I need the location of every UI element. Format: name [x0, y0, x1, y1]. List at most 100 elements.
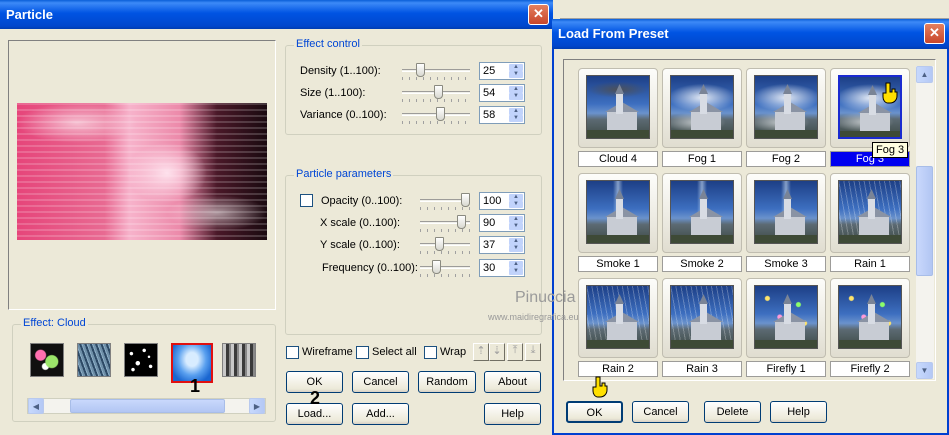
- preset-close-button[interactable]: ✕: [924, 23, 945, 44]
- preset-thumbnail: [838, 285, 902, 349]
- effect-control-slider[interactable]: [402, 106, 470, 126]
- random-button[interactable]: Random: [418, 371, 476, 393]
- spin-down-icon[interactable]: ▼: [509, 245, 523, 252]
- spin-down-icon[interactable]: ▼: [509, 115, 523, 122]
- church-icon: [755, 84, 817, 138]
- church-icon: [671, 294, 733, 348]
- slider-thumb[interactable]: [434, 85, 443, 99]
- preset-item[interactable]: Firefly 1: [746, 278, 826, 378]
- move-bottom-button[interactable]: ⤓: [525, 343, 541, 361]
- scroll-thumb[interactable]: [70, 399, 225, 413]
- effect-control-slider[interactable]: [402, 62, 470, 82]
- particle-parameter-spinbox[interactable]: 90 ▲ ▼: [479, 214, 525, 232]
- spin-up-icon[interactable]: ▲: [509, 86, 523, 93]
- scroll-left-icon[interactable]: ◀: [28, 398, 44, 414]
- spin-down-icon[interactable]: ▼: [509, 268, 523, 275]
- preset-thumbnail: [754, 75, 818, 139]
- preset-name: Smoke 3: [746, 256, 826, 272]
- slider-thumb[interactable]: [416, 63, 425, 77]
- particle-parameter-spinbox[interactable]: 37 ▲ ▼: [479, 236, 525, 254]
- move-top-button[interactable]: ⤒: [507, 343, 523, 361]
- spin-up-icon[interactable]: ▲: [509, 238, 523, 245]
- preset-tooltip: Fog 3: [872, 142, 909, 158]
- spin-up-icon[interactable]: ▲: [509, 194, 523, 201]
- effect-thumb-bubbles[interactable]: [30, 343, 64, 377]
- spin-down-icon[interactable]: ▼: [509, 93, 523, 100]
- slider-thumb[interactable]: [436, 107, 445, 121]
- slider-thumb[interactable]: [432, 260, 441, 274]
- spin-up-icon[interactable]: ▲: [509, 64, 523, 71]
- effect-control-label: Variance (0..100):: [300, 109, 387, 121]
- move-down-button[interactable]: ⇣: [489, 343, 505, 361]
- move-up-button[interactable]: ⇡: [473, 343, 489, 361]
- particle-parameter-spinbox[interactable]: 100 ▲ ▼: [479, 192, 525, 210]
- preset-ok-button[interactable]: OK: [566, 401, 623, 423]
- slider-thumb[interactable]: [457, 215, 466, 229]
- preset-thumbnail: [670, 180, 734, 244]
- preset-scrollbar[interactable]: ▲ ▼: [916, 66, 934, 379]
- preset-item[interactable]: Rain 3: [662, 278, 742, 378]
- church-icon: [587, 84, 649, 138]
- preset-delete-button[interactable]: Delete: [704, 401, 761, 423]
- particle-parameter-slider[interactable]: [420, 192, 470, 212]
- help-button[interactable]: Help: [484, 403, 541, 425]
- step-marker-one: 1: [190, 376, 201, 396]
- wrap-checkbox[interactable]: [424, 346, 437, 359]
- scroll-up-icon[interactable]: ▲: [916, 66, 933, 83]
- preset-thumbnail: [670, 75, 734, 139]
- preset-item[interactable]: Smoke 3: [746, 173, 826, 273]
- spin-up-icon[interactable]: ▲: [509, 261, 523, 268]
- effect-control-spinbox[interactable]: 25 ▲ ▼: [479, 62, 525, 80]
- preset-scroll-thumb[interactable]: [916, 166, 933, 276]
- pointer-hand-icon: [592, 376, 608, 398]
- scroll-right-icon[interactable]: ▶: [249, 398, 265, 414]
- preset-name: Firefly 2: [830, 361, 910, 377]
- preset-thumbnail: [838, 180, 902, 244]
- effect-scrollbar[interactable]: ◀ ▶: [27, 398, 266, 414]
- preset-item[interactable]: Rain 1: [830, 173, 910, 273]
- wireframe-checkbox[interactable]: [286, 346, 299, 359]
- preset-item[interactable]: Smoke 2: [662, 173, 742, 273]
- spinbox-value: 90: [483, 217, 496, 229]
- particle-parameter-slider[interactable]: [420, 214, 470, 234]
- preset-item[interactable]: Smoke 1: [578, 173, 658, 273]
- slider-thumb[interactable]: [461, 193, 470, 207]
- cancel-button[interactable]: Cancel: [352, 371, 409, 393]
- scroll-down-icon[interactable]: ▼: [916, 362, 933, 379]
- spinbox-value: 37: [483, 239, 496, 251]
- preset-title-bar[interactable]: Load From Preset: [552, 19, 949, 49]
- select-all-checkbox[interactable]: [356, 346, 369, 359]
- preset-title: Load From Preset: [558, 26, 669, 41]
- spin-down-icon[interactable]: ▼: [509, 201, 523, 208]
- particle-close-button[interactable]: ✕: [528, 4, 549, 25]
- particle-parameters-title: Particle parameters: [294, 168, 394, 180]
- preset-item[interactable]: Fog 2: [746, 68, 826, 168]
- preset-item[interactable]: Firefly 2: [830, 278, 910, 378]
- effect-control-spinbox[interactable]: 54 ▲ ▼: [479, 84, 525, 102]
- particle-parameter-spinbox[interactable]: 30 ▲ ▼: [479, 259, 525, 277]
- effect-thumb-water[interactable]: [77, 343, 111, 377]
- preset-name: Firefly 1: [746, 361, 826, 377]
- particle-parameter-slider[interactable]: [420, 236, 470, 256]
- particle-title-bar[interactable]: Particle: [0, 0, 553, 29]
- step-marker-two: 2: [310, 388, 321, 408]
- effect-control-spinbox[interactable]: 58 ▲ ▼: [479, 106, 525, 124]
- preset-item[interactable]: Rain 2: [578, 278, 658, 378]
- about-button[interactable]: About: [484, 371, 541, 393]
- preset-cancel-button[interactable]: Cancel: [632, 401, 689, 423]
- add-button[interactable]: Add...: [352, 403, 409, 425]
- preset-help-button[interactable]: Help: [770, 401, 827, 423]
- preset-item[interactable]: Fog 1: [662, 68, 742, 168]
- spin-down-icon[interactable]: ▼: [509, 223, 523, 230]
- preset-item[interactable]: Cloud 4: [578, 68, 658, 168]
- effect-thumb-stars[interactable]: [124, 343, 158, 377]
- effect-control-slider[interactable]: [402, 84, 470, 104]
- effect-thumb-smoke[interactable]: [222, 343, 256, 377]
- particle-parameter-label: X scale (0..100):: [320, 217, 401, 229]
- spin-up-icon[interactable]: ▲: [509, 216, 523, 223]
- spin-down-icon[interactable]: ▼: [509, 71, 523, 78]
- spin-up-icon[interactable]: ▲: [509, 108, 523, 115]
- opacity-checkbox[interactable]: [300, 194, 313, 207]
- slider-thumb[interactable]: [435, 237, 444, 251]
- particle-parameter-slider[interactable]: [420, 259, 470, 279]
